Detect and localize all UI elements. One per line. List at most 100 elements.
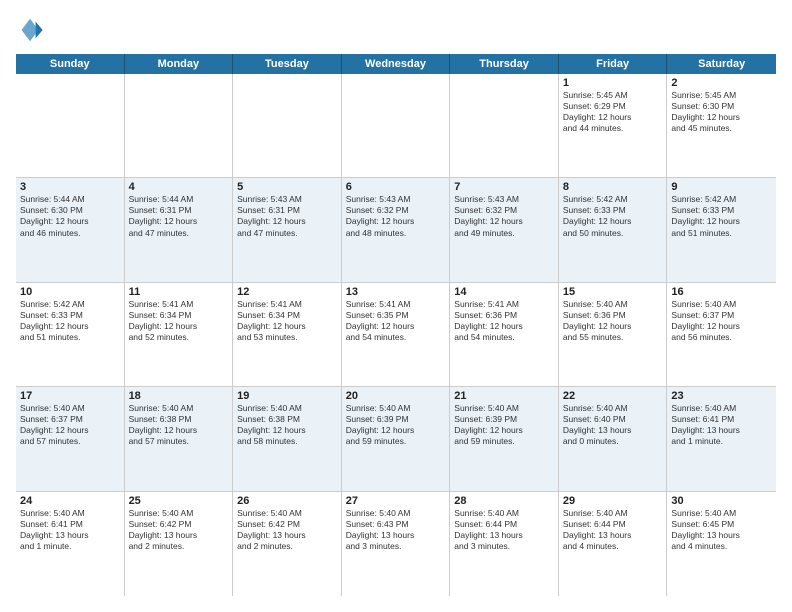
calendar-cell-r3-c4: 21Sunrise: 5:40 AM Sunset: 6:39 PM Dayli… bbox=[450, 387, 559, 490]
day-number: 3 bbox=[20, 181, 120, 193]
day-info: Sunrise: 5:40 AM Sunset: 6:45 PM Dayligh… bbox=[671, 508, 772, 552]
logo-icon bbox=[16, 16, 44, 44]
weekday-friday: Friday bbox=[559, 54, 668, 74]
calendar-cell-r4-c3: 27Sunrise: 5:40 AM Sunset: 6:43 PM Dayli… bbox=[342, 492, 451, 596]
day-info: Sunrise: 5:42 AM Sunset: 6:33 PM Dayligh… bbox=[671, 194, 772, 238]
day-number: 17 bbox=[20, 390, 120, 402]
day-number: 12 bbox=[237, 286, 337, 298]
calendar-cell-r2-c1: 11Sunrise: 5:41 AM Sunset: 6:34 PM Dayli… bbox=[125, 283, 234, 386]
logo bbox=[16, 16, 48, 44]
day-info: Sunrise: 5:40 AM Sunset: 6:38 PM Dayligh… bbox=[237, 403, 337, 447]
day-info: Sunrise: 5:40 AM Sunset: 6:43 PM Dayligh… bbox=[346, 508, 446, 552]
calendar-cell-r1-c5: 8Sunrise: 5:42 AM Sunset: 6:33 PM Daylig… bbox=[559, 178, 668, 281]
calendar-cell-r4-c5: 29Sunrise: 5:40 AM Sunset: 6:44 PM Dayli… bbox=[559, 492, 668, 596]
day-info: Sunrise: 5:41 AM Sunset: 6:34 PM Dayligh… bbox=[237, 299, 337, 343]
day-number: 15 bbox=[563, 286, 663, 298]
calendar-cell-r2-c6: 16Sunrise: 5:40 AM Sunset: 6:37 PM Dayli… bbox=[667, 283, 776, 386]
calendar-cell-r0-c3 bbox=[342, 74, 451, 177]
day-number: 20 bbox=[346, 390, 446, 402]
day-number: 27 bbox=[346, 495, 446, 507]
calendar-cell-r3-c5: 22Sunrise: 5:40 AM Sunset: 6:40 PM Dayli… bbox=[559, 387, 668, 490]
day-info: Sunrise: 5:40 AM Sunset: 6:42 PM Dayligh… bbox=[129, 508, 229, 552]
day-number: 2 bbox=[671, 77, 772, 89]
day-info: Sunrise: 5:45 AM Sunset: 6:29 PM Dayligh… bbox=[563, 90, 663, 134]
day-number: 18 bbox=[129, 390, 229, 402]
weekday-sunday: Sunday bbox=[16, 54, 125, 74]
calendar-cell-r0-c1 bbox=[125, 74, 234, 177]
day-info: Sunrise: 5:40 AM Sunset: 6:37 PM Dayligh… bbox=[671, 299, 772, 343]
calendar-row-3: 17Sunrise: 5:40 AM Sunset: 6:37 PM Dayli… bbox=[16, 387, 776, 491]
calendar-cell-r2-c0: 10Sunrise: 5:42 AM Sunset: 6:33 PM Dayli… bbox=[16, 283, 125, 386]
calendar-cell-r3-c3: 20Sunrise: 5:40 AM Sunset: 6:39 PM Dayli… bbox=[342, 387, 451, 490]
day-info: Sunrise: 5:40 AM Sunset: 6:38 PM Dayligh… bbox=[129, 403, 229, 447]
day-number: 26 bbox=[237, 495, 337, 507]
day-number: 28 bbox=[454, 495, 554, 507]
day-info: Sunrise: 5:40 AM Sunset: 6:39 PM Dayligh… bbox=[454, 403, 554, 447]
calendar-cell-r4-c1: 25Sunrise: 5:40 AM Sunset: 6:42 PM Dayli… bbox=[125, 492, 234, 596]
day-number: 10 bbox=[20, 286, 120, 298]
day-number: 29 bbox=[563, 495, 663, 507]
calendar-cell-r0-c2 bbox=[233, 74, 342, 177]
day-number: 11 bbox=[129, 286, 229, 298]
day-info: Sunrise: 5:40 AM Sunset: 6:44 PM Dayligh… bbox=[454, 508, 554, 552]
day-number: 16 bbox=[671, 286, 772, 298]
day-info: Sunrise: 5:44 AM Sunset: 6:31 PM Dayligh… bbox=[129, 194, 229, 238]
calendar-cell-r4-c2: 26Sunrise: 5:40 AM Sunset: 6:42 PM Dayli… bbox=[233, 492, 342, 596]
day-info: Sunrise: 5:42 AM Sunset: 6:33 PM Dayligh… bbox=[563, 194, 663, 238]
weekday-wednesday: Wednesday bbox=[342, 54, 451, 74]
day-number: 19 bbox=[237, 390, 337, 402]
calendar-cell-r4-c0: 24Sunrise: 5:40 AM Sunset: 6:41 PM Dayli… bbox=[16, 492, 125, 596]
calendar-header: Sunday Monday Tuesday Wednesday Thursday… bbox=[16, 54, 776, 74]
day-number: 8 bbox=[563, 181, 663, 193]
header bbox=[16, 16, 776, 44]
day-info: Sunrise: 5:41 AM Sunset: 6:36 PM Dayligh… bbox=[454, 299, 554, 343]
calendar-row-0: 1Sunrise: 5:45 AM Sunset: 6:29 PM Daylig… bbox=[16, 74, 776, 178]
calendar-cell-r3-c2: 19Sunrise: 5:40 AM Sunset: 6:38 PM Dayli… bbox=[233, 387, 342, 490]
day-number: 7 bbox=[454, 181, 554, 193]
day-info: Sunrise: 5:40 AM Sunset: 6:41 PM Dayligh… bbox=[20, 508, 120, 552]
day-info: Sunrise: 5:40 AM Sunset: 6:42 PM Dayligh… bbox=[237, 508, 337, 552]
day-info: Sunrise: 5:43 AM Sunset: 6:31 PM Dayligh… bbox=[237, 194, 337, 238]
calendar-row-1: 3Sunrise: 5:44 AM Sunset: 6:30 PM Daylig… bbox=[16, 178, 776, 282]
calendar: Sunday Monday Tuesday Wednesday Thursday… bbox=[16, 54, 776, 596]
calendar-body: 1Sunrise: 5:45 AM Sunset: 6:29 PM Daylig… bbox=[16, 74, 776, 596]
day-number: 22 bbox=[563, 390, 663, 402]
calendar-cell-r0-c5: 1Sunrise: 5:45 AM Sunset: 6:29 PM Daylig… bbox=[559, 74, 668, 177]
calendar-cell-r4-c6: 30Sunrise: 5:40 AM Sunset: 6:45 PM Dayli… bbox=[667, 492, 776, 596]
calendar-cell-r1-c1: 4Sunrise: 5:44 AM Sunset: 6:31 PM Daylig… bbox=[125, 178, 234, 281]
day-info: Sunrise: 5:41 AM Sunset: 6:34 PM Dayligh… bbox=[129, 299, 229, 343]
calendar-cell-r0-c6: 2Sunrise: 5:45 AM Sunset: 6:30 PM Daylig… bbox=[667, 74, 776, 177]
day-number: 30 bbox=[671, 495, 772, 507]
weekday-thursday: Thursday bbox=[450, 54, 559, 74]
day-info: Sunrise: 5:41 AM Sunset: 6:35 PM Dayligh… bbox=[346, 299, 446, 343]
day-number: 6 bbox=[346, 181, 446, 193]
calendar-cell-r1-c6: 9Sunrise: 5:42 AM Sunset: 6:33 PM Daylig… bbox=[667, 178, 776, 281]
day-info: Sunrise: 5:40 AM Sunset: 6:39 PM Dayligh… bbox=[346, 403, 446, 447]
day-info: Sunrise: 5:43 AM Sunset: 6:32 PM Dayligh… bbox=[346, 194, 446, 238]
calendar-cell-r2-c3: 13Sunrise: 5:41 AM Sunset: 6:35 PM Dayli… bbox=[342, 283, 451, 386]
calendar-cell-r2-c4: 14Sunrise: 5:41 AM Sunset: 6:36 PM Dayli… bbox=[450, 283, 559, 386]
day-number: 4 bbox=[129, 181, 229, 193]
calendar-row-4: 24Sunrise: 5:40 AM Sunset: 6:41 PM Dayli… bbox=[16, 492, 776, 596]
calendar-cell-r2-c5: 15Sunrise: 5:40 AM Sunset: 6:36 PM Dayli… bbox=[559, 283, 668, 386]
day-number: 5 bbox=[237, 181, 337, 193]
day-info: Sunrise: 5:44 AM Sunset: 6:30 PM Dayligh… bbox=[20, 194, 120, 238]
weekday-saturday: Saturday bbox=[667, 54, 776, 74]
calendar-cell-r1-c0: 3Sunrise: 5:44 AM Sunset: 6:30 PM Daylig… bbox=[16, 178, 125, 281]
day-number: 13 bbox=[346, 286, 446, 298]
day-number: 24 bbox=[20, 495, 120, 507]
day-info: Sunrise: 5:40 AM Sunset: 6:41 PM Dayligh… bbox=[671, 403, 772, 447]
day-number: 9 bbox=[671, 181, 772, 193]
weekday-monday: Monday bbox=[125, 54, 234, 74]
calendar-cell-r3-c6: 23Sunrise: 5:40 AM Sunset: 6:41 PM Dayli… bbox=[667, 387, 776, 490]
day-number: 25 bbox=[129, 495, 229, 507]
day-number: 1 bbox=[563, 77, 663, 89]
day-info: Sunrise: 5:40 AM Sunset: 6:37 PM Dayligh… bbox=[20, 403, 120, 447]
day-info: Sunrise: 5:40 AM Sunset: 6:40 PM Dayligh… bbox=[563, 403, 663, 447]
page: Sunday Monday Tuesday Wednesday Thursday… bbox=[0, 0, 792, 612]
weekday-tuesday: Tuesday bbox=[233, 54, 342, 74]
calendar-cell-r2-c2: 12Sunrise: 5:41 AM Sunset: 6:34 PM Dayli… bbox=[233, 283, 342, 386]
calendar-row-2: 10Sunrise: 5:42 AM Sunset: 6:33 PM Dayli… bbox=[16, 283, 776, 387]
day-info: Sunrise: 5:45 AM Sunset: 6:30 PM Dayligh… bbox=[671, 90, 772, 134]
calendar-cell-r1-c3: 6Sunrise: 5:43 AM Sunset: 6:32 PM Daylig… bbox=[342, 178, 451, 281]
